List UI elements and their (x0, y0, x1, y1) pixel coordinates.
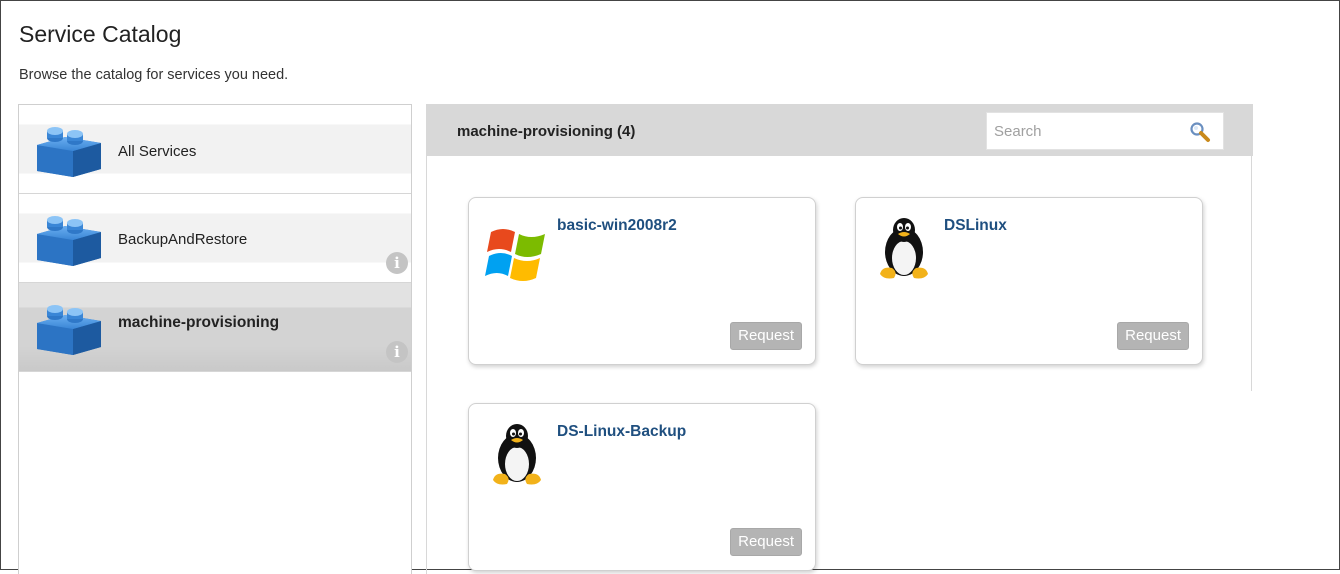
services-header: machine-provisioning (4) (427, 104, 1253, 156)
page-subtitle: Browse the catalog for services you need… (19, 67, 289, 83)
request-button[interactable]: Request (1117, 322, 1189, 350)
service-title[interactable]: DS-Linux-Backup (557, 423, 686, 441)
category-label: All Services (118, 143, 197, 160)
category-label: machine-provisioning (118, 314, 280, 331)
windows-logo-icon (485, 214, 549, 282)
service-catalog-window: Service Catalog Browse the catalog for s… (0, 0, 1340, 574)
category-sidebar: All Services BackupAndRestore i machine-… (18, 104, 412, 574)
service-card-basic-win2008r2[interactable]: basic-win2008r2 Request (468, 197, 816, 365)
category-item-backupandrestore[interactable]: BackupAndRestore i (19, 194, 411, 283)
brick-icon (35, 125, 103, 179)
info-icon[interactable]: i (386, 252, 408, 274)
magnifier-icon[interactable] (1189, 121, 1211, 143)
search-input[interactable] (987, 113, 1187, 149)
service-title[interactable]: basic-win2008r2 (557, 217, 677, 235)
service-card-dslinux[interactable]: DSLinux Request (855, 197, 1203, 365)
info-icon[interactable]: i (386, 341, 408, 363)
category-label: BackupAndRestore (118, 231, 248, 248)
tux-penguin-icon (485, 420, 549, 488)
page-title: Service Catalog (19, 21, 182, 47)
category-item-all-services[interactable]: All Services (19, 105, 411, 194)
brick-icon (35, 214, 103, 268)
service-title[interactable]: DSLinux (944, 217, 1007, 235)
request-button[interactable]: Request (730, 322, 802, 350)
grid-divider (1251, 156, 1252, 391)
services-panel: machine-provisioning (4) basic-win2008r2… (426, 104, 1253, 574)
service-card-ds-linux-backup[interactable]: DS-Linux-Backup Request (468, 403, 816, 571)
tux-penguin-icon (872, 214, 936, 282)
category-item-machine-provisioning[interactable]: machine-provisioning i (19, 283, 411, 372)
brick-icon (35, 303, 103, 357)
search-box (986, 112, 1224, 150)
request-button[interactable]: Request (730, 528, 802, 556)
category-title: machine-provisioning (4) (457, 123, 636, 140)
